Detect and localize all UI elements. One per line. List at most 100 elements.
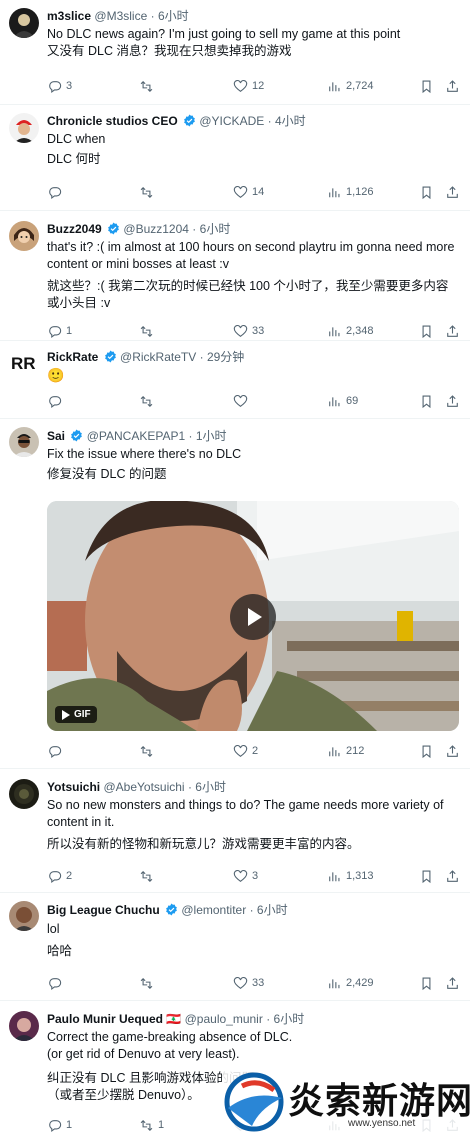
- timestamp[interactable]: 6小时: [274, 1012, 305, 1026]
- tweet[interactable]: RR RickRate @RickRateTV · 29分钟 🙂 69: [0, 341, 470, 419]
- retweet-button[interactable]: [139, 77, 158, 95]
- views-button[interactable]: 2,724: [327, 77, 374, 95]
- reply-button[interactable]: [47, 974, 66, 992]
- avatar[interactable]: [9, 8, 39, 38]
- like-button[interactable]: 12: [233, 77, 264, 95]
- reply-count: 2: [66, 870, 73, 882]
- like-count: 14: [252, 186, 265, 198]
- timestamp[interactable]: 6小时: [257, 903, 288, 917]
- like-button[interactable]: 14: [233, 183, 264, 201]
- author-handle[interactable]: @lemontiter: [181, 903, 246, 917]
- avatar[interactable]: RR: [9, 347, 39, 377]
- reply-icon: [49, 395, 62, 408]
- author-handle[interactable]: @Buzz1204: [123, 222, 189, 236]
- avatar[interactable]: [9, 427, 39, 457]
- author-name[interactable]: Chronicle studios CEO: [47, 114, 178, 128]
- share-button[interactable]: [445, 392, 460, 410]
- share-button[interactable]: [445, 867, 460, 885]
- bookmark-button[interactable]: [419, 322, 434, 340]
- tweet[interactable]: Buzz2049 @Buzz1204 · 6小时 that's it? :( i…: [0, 211, 470, 341]
- avatar[interactable]: [9, 1011, 39, 1041]
- reply-icon: [49, 1119, 62, 1132]
- retweet-button[interactable]: [139, 742, 158, 760]
- timestamp[interactable]: 4小时: [275, 114, 306, 128]
- views-button[interactable]: 2,429: [327, 974, 374, 992]
- tweet-header: Paulo Munir Uequed 🇱🇧 @paulo_munir · 6小时: [47, 1011, 462, 1027]
- retweet-button[interactable]: [139, 183, 158, 201]
- gif-media[interactable]: GIF: [47, 501, 459, 731]
- author-handle[interactable]: @YICKADE: [199, 114, 264, 128]
- author-name[interactable]: Sai: [47, 429, 65, 443]
- bookmark-button[interactable]: [419, 183, 434, 201]
- author-handle[interactable]: @M3slice: [94, 9, 147, 23]
- like-button[interactable]: 33: [233, 974, 264, 992]
- views-button[interactable]: 69: [327, 392, 358, 410]
- retweet-button[interactable]: [139, 974, 158, 992]
- timestamp[interactable]: 6小时: [158, 9, 189, 23]
- like-button[interactable]: [233, 392, 252, 410]
- bookmark-icon: [422, 80, 431, 93]
- avatar[interactable]: [9, 221, 39, 251]
- author-name[interactable]: Yotsuichi: [47, 780, 100, 794]
- like-button[interactable]: 33: [233, 322, 264, 340]
- views-icon: [329, 871, 340, 881]
- play-button[interactable]: [230, 594, 276, 640]
- author-handle[interactable]: @RickRateTV: [120, 350, 196, 364]
- bookmark-button[interactable]: [419, 392, 434, 410]
- views-button[interactable]: 2,348: [327, 322, 374, 340]
- author-name[interactable]: Big League Chuchu: [47, 903, 160, 917]
- views-button[interactable]: 212: [327, 742, 364, 760]
- retweet-button[interactable]: [139, 867, 158, 885]
- author-handle[interactable]: @paulo_munir: [185, 1012, 263, 1026]
- bookmark-button[interactable]: [419, 974, 434, 992]
- author-name[interactable]: m3slice: [47, 9, 91, 23]
- tweet[interactable]: Big League Chuchu @lemontiter · 6小时 lol …: [0, 893, 470, 1001]
- retweet-button[interactable]: 1: [139, 1116, 164, 1134]
- author-name[interactable]: Buzz2049: [47, 222, 102, 236]
- retweet-button[interactable]: [139, 392, 158, 410]
- bookmark-button[interactable]: [419, 77, 434, 95]
- author-handle[interactable]: @PANCAKEPAP1: [87, 429, 185, 443]
- bookmark-icon: [422, 186, 431, 199]
- avatar[interactable]: [9, 113, 39, 143]
- reply-button[interactable]: [47, 183, 66, 201]
- tweet[interactable]: Chronicle studios CEO @YICKADE · 4小时 DLC…: [0, 105, 470, 211]
- tweet[interactable]: Sai @PANCAKEPAP1 · 1小时 Fix the issue whe…: [0, 419, 470, 769]
- tweet[interactable]: Yotsuichi @AbeYotsuichi · 6小时 So no new …: [0, 769, 470, 893]
- reply-button[interactable]: 1: [47, 1116, 72, 1134]
- avatar[interactable]: [9, 779, 39, 809]
- retweet-button[interactable]: [139, 322, 158, 340]
- share-button[interactable]: [445, 322, 460, 340]
- timestamp[interactable]: 6小时: [200, 222, 231, 236]
- like-button[interactable]: 3: [233, 867, 258, 885]
- tweet-line: DLC when: [47, 132, 106, 146]
- author-name[interactable]: Paulo Munir Uequed 🇱🇧: [47, 1012, 181, 1026]
- timestamp[interactable]: 6小时: [195, 780, 226, 794]
- reply-button[interactable]: 2: [47, 867, 72, 885]
- bookmark-button[interactable]: [419, 867, 434, 885]
- timestamp[interactable]: 29分钟: [207, 350, 244, 364]
- timestamp[interactable]: 1小时: [196, 429, 227, 443]
- share-button[interactable]: [445, 77, 460, 95]
- reply-button[interactable]: 3: [47, 77, 72, 95]
- play-small-icon: [62, 709, 70, 720]
- views-icon: [329, 81, 340, 91]
- heart-icon: [233, 394, 248, 407]
- share-button[interactable]: [445, 742, 460, 760]
- reply-button[interactable]: [47, 742, 66, 760]
- retweet-icon: [140, 325, 153, 337]
- tweet-line: Correct the game-breaking absence of DLC…: [47, 1030, 293, 1044]
- share-button[interactable]: [445, 974, 460, 992]
- share-button[interactable]: [445, 183, 460, 201]
- author-name[interactable]: RickRate: [47, 350, 98, 364]
- avatar[interactable]: [9, 901, 39, 931]
- like-button[interactable]: 2: [233, 742, 258, 760]
- reply-button[interactable]: [47, 392, 66, 410]
- bookmark-button[interactable]: [419, 742, 434, 760]
- views-button[interactable]: 1,126: [327, 183, 374, 201]
- views-button[interactable]: 1,313: [327, 867, 374, 885]
- reply-button[interactable]: 1: [47, 322, 72, 340]
- author-handle[interactable]: @AbeYotsuichi: [103, 780, 184, 794]
- heart-icon: [233, 869, 248, 882]
- tweet[interactable]: m3slice @M3slice · 6小时 No DLC news again…: [0, 0, 470, 105]
